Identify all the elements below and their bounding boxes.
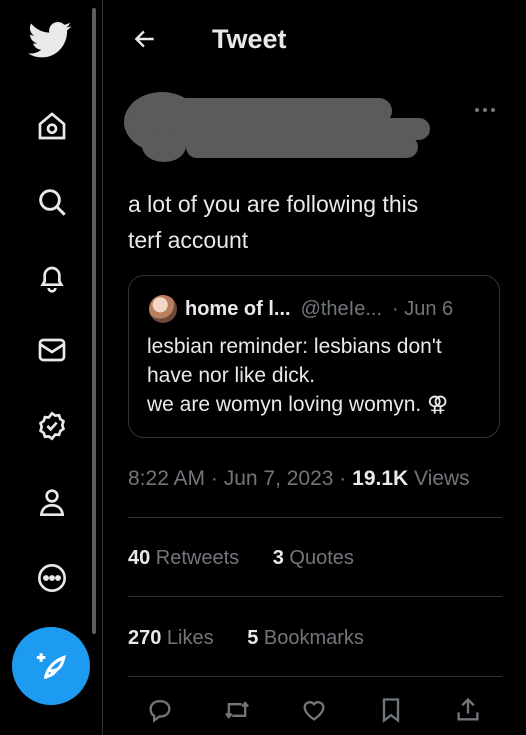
page-title: Tweet (212, 24, 287, 54)
tweet-text: a lot of you are following this terf acc… (128, 186, 508, 258)
quotes-stat[interactable]: 3 Quotes (273, 547, 354, 569)
retweets-count: 40 (128, 547, 151, 569)
retweet-icon[interactable] (221, 694, 253, 726)
home-icon[interactable] (30, 104, 74, 148)
redacted-author-scribble (124, 92, 430, 162)
tweet-text-line: a lot of you are following this (128, 191, 419, 217)
verified-icon[interactable] (30, 404, 74, 448)
likes-count: 270 (128, 627, 162, 649)
feather-plus-icon (36, 653, 66, 680)
action-bar (144, 694, 484, 728)
twitter-logo-icon[interactable] (28, 18, 72, 62)
search-icon[interactable] (30, 180, 74, 224)
likes-label: Likes (161, 627, 214, 649)
quoted-text-line: we are womyn loving womyn. ⚢ (147, 393, 449, 416)
views-count: 19.1K (352, 467, 409, 490)
bookmarks-stat[interactable]: 5 Bookmarks (247, 627, 364, 649)
scrollbar[interactable] (92, 8, 96, 634)
retweets-stat[interactable]: 40 Retweets (128, 547, 239, 569)
bookmarks-label: Bookmarks (258, 627, 364, 649)
side-navigation (0, 0, 103, 735)
quoted-tweet-date: · Jun 6 (392, 298, 454, 320)
notifications-icon[interactable] (30, 256, 74, 300)
quoted-tweet[interactable]: home of l... @theIe... · Jun 6 lesbian rem… (128, 275, 500, 438)
back-arrow-icon[interactable] (128, 22, 162, 56)
header: Tweet (104, 0, 526, 80)
divider (128, 517, 502, 518)
quoted-author-name[interactable]: home of l... (185, 298, 291, 320)
messages-icon[interactable] (30, 328, 74, 372)
tweet-timestamp[interactable]: 8:22 AM · Jun 7, 2023 · (128, 467, 352, 490)
more-circle-icon[interactable] (30, 556, 74, 600)
quoted-tweet-text: lesbian reminder: lesbians don't have no… (147, 332, 491, 419)
compose-tweet-button[interactable] (12, 627, 90, 705)
quoted-author-handle[interactable]: @theIe... (301, 298, 382, 320)
views-label: Views (408, 467, 470, 490)
more-options-icon[interactable] (470, 100, 500, 120)
retweets-label: Retweets (150, 547, 240, 569)
profile-icon[interactable] (30, 480, 74, 524)
like-icon[interactable] (298, 694, 330, 726)
share-icon[interactable] (452, 694, 484, 726)
likes-stat[interactable]: 270 Likes (128, 627, 214, 649)
quotes-count: 3 (272, 547, 284, 569)
stats-row: 40 Retweets 3 Quotes (128, 547, 382, 570)
quotes-label: Quotes (283, 547, 354, 569)
stats-row: 270 Likes 5 Bookmarks (128, 627, 392, 650)
quoted-tweet-header: home of l... @theIe... · Jun 6 (185, 298, 453, 321)
quoted-text-line: have nor like dick. (147, 364, 316, 387)
avatar[interactable] (149, 295, 177, 323)
reply-icon[interactable] (144, 694, 176, 726)
divider (128, 596, 502, 597)
main-column: Tweet a lot of you are following this te… (104, 0, 526, 735)
bookmarks-count: 5 (247, 627, 259, 649)
quoted-text-line: lesbian reminder: lesbians don't (147, 335, 442, 358)
bookmark-icon[interactable] (375, 694, 407, 726)
divider (128, 676, 502, 677)
tweet-text-line: terf account (128, 227, 249, 253)
tweet-metadata: 8:22 AM · Jun 7, 2023 · 19.1K Views (128, 467, 470, 491)
